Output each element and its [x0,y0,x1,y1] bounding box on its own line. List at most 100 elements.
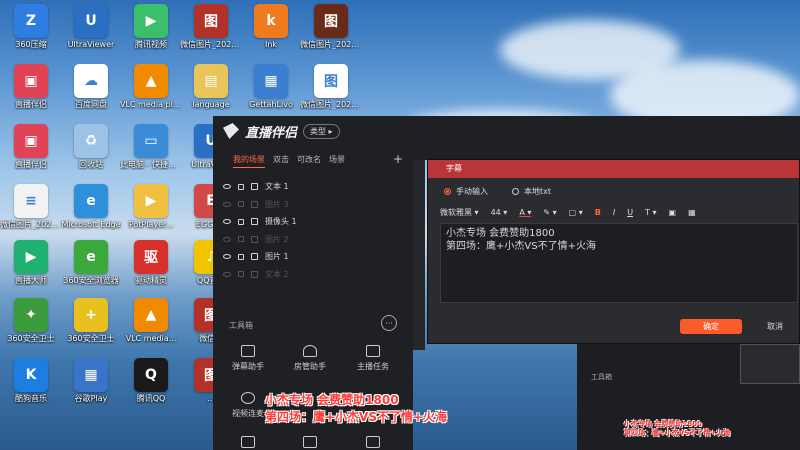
shortcut-label: 微信图片_2021100... [180,40,242,49]
desktop-shortcut[interactable]: ▦ GettahLivo [240,64,302,110]
desktop-shortcut[interactable]: 图微信图片_2021100... [180,4,242,50]
type-button[interactable]: 类型 ▸ [303,123,340,139]
host-task-tool[interactable]: 主播任务 [344,345,402,372]
image-icon[interactable]: ▣ [669,208,677,217]
cancel-button[interactable]: 取消 [751,319,799,334]
lock-icon[interactable] [238,218,244,225]
desktop-shortcut[interactable]: U UltraViewer [60,4,122,50]
desktop-shortcut[interactable]: ▶ PotPlayer... [120,184,182,230]
shortcut-label: 百度网盘 [75,100,107,109]
confirm-button[interactable]: 确定 [680,319,742,334]
app-icon: ▶ [134,4,168,38]
visibility-icon[interactable] [223,271,231,277]
desktop-shortcut[interactable]: ♻ 回收站 [60,124,122,170]
desktop-shortcut[interactable]: ▲ VLC media player [120,64,182,110]
tab-double-click[interactable]: 双击 [273,154,289,168]
italic-icon[interactable]: I [613,208,615,217]
add-scene-button[interactable]: + [393,152,403,166]
room-manager-tool[interactable]: 房管助手 [281,345,339,372]
source-row[interactable]: 图片 2 [213,231,413,249]
desktop-shortcut[interactable]: ▲ VLC media... [120,298,182,344]
visibility-icon[interactable] [223,254,231,260]
app-icon: e [74,240,108,274]
manual-input-radio[interactable]: 手动输入 [444,186,488,197]
desktop-shortcut[interactable]: 驱驱动精灵 [120,240,182,286]
download-tool[interactable] [219,436,277,450]
source-label: 文本 1 [265,182,289,192]
grid-icon[interactable]: ▦ [688,208,696,217]
font-size-select[interactable]: 44 ▾ [491,208,508,217]
desktop-shortcut[interactable]: K 酷狗音乐 [0,358,62,404]
subtitle-dialog: 字幕 手动输入 本地txt 微软雅黑 ▾ 44 ▾ A ▾ ✎ ▾ ▢ ▾ B … [427,159,800,344]
text-style-icon[interactable]: T ▾ [645,208,656,217]
source-label: 图片 2 [265,234,289,244]
lock-icon[interactable] [238,271,244,278]
shortcut-label: 360安全卫士 [7,334,55,343]
highlight-icon[interactable]: ✎ ▾ [543,208,556,217]
shortcut-label: 直播大师 [15,276,47,285]
more-tools-button[interactable]: ··· [381,315,397,331]
input-mode-group: 手动输入 本地txt [428,178,799,205]
desktop-shortcut[interactable]: e 360安全浏览器 [60,240,122,286]
local-txt-radio[interactable]: 本地txt [512,186,551,197]
desktop-shortcut[interactable]: 图微信图片_2022052... [300,4,362,50]
lock-icon[interactable] [238,183,244,190]
app-header-extension [413,116,800,160]
app-icon: e [74,184,108,218]
source-row[interactable]: 图片 1 [213,248,413,266]
source-row[interactable]: 摄像头 1 [213,213,413,231]
desktop-shortcut[interactable]: ▭ 此电脑 - 快捷方式 [120,124,182,170]
source-row[interactable]: 文本 1 [213,178,413,196]
desktop-shortcut[interactable]: ▶ 直播大师 [0,240,62,286]
desktop-shortcut[interactable]: ▶ 腾讯视频 [120,4,182,50]
desktop-shortcut[interactable]: ≡ 微信图片_2022041... [0,184,62,230]
source-row[interactable]: 图片 3 [213,196,413,214]
app-icon: ▶ [134,184,168,218]
visibility-icon[interactable] [223,236,231,242]
lock-icon[interactable] [238,236,244,243]
desktop-shortcut[interactable]: ▤ language [180,64,242,110]
source-row[interactable]: 文本 2 [213,266,413,284]
subtitle-text-editor[interactable]: 小杰专场 会费赞助1800 第四场：鹰+小杰VS不了情+火海 [440,223,798,303]
lock-icon[interactable] [238,253,244,260]
shortcut-label: PotPlayer... [128,220,174,229]
share-tool[interactable] [281,436,339,450]
lock-icon[interactable] [238,201,244,208]
app-icon: Z [14,4,48,38]
font-color-icon[interactable]: A ▾ [519,208,531,217]
tab-rename[interactable]: 可改名 [297,154,321,168]
toolbox-heading: 工具箱 [229,321,253,330]
visibility-icon[interactable] [223,201,231,207]
desktop-shortcut[interactable]: ▦ 谷歌Play [60,358,122,404]
desktop-shortcut[interactable]: ▣ 直播伴侣 [0,64,62,110]
shortcut-label: Ink [264,40,278,49]
chat-icon [241,345,255,357]
desktop-shortcut[interactable]: ☁ 百度网盘 [60,64,122,110]
tab-scene[interactable]: 场景 [329,154,345,168]
desktop-shortcut[interactable]: Z 360压缩 [0,4,62,50]
source-type-icon [251,218,258,226]
app-icon: Q [134,358,168,392]
app-icon: ▶ [14,240,48,274]
desktop-shortcut[interactable]: Q 腾讯QQ [120,358,182,404]
desktop-shortcut[interactable]: ▣ 直播伴侣 [0,124,62,170]
danmu-helper-tool[interactable]: 弹幕助手 [219,345,277,372]
desktop-shortcut[interactable]: ✦ 360安全卫士 [0,298,62,344]
desktop-shortcut[interactable]: +360安全卫士 [60,298,122,344]
source-list: 文本 1 图片 3 摄像头 1 图片 2 图片 1 文本 2 [213,178,413,283]
desktop-shortcut[interactable]: k Ink [240,4,302,50]
underline-icon[interactable]: U [627,208,633,217]
shortcut-label: 360压缩 [15,40,47,49]
app-icon: 驱 [134,240,168,274]
bold-icon[interactable]: B [595,208,601,217]
desktop-shortcut[interactable]: 图微信图片_2022041... [300,64,362,110]
source-label: 图片 3 [265,199,289,209]
font-family-select[interactable]: 微软雅黑 ▾ [440,207,479,218]
vs-tool[interactable] [344,436,402,450]
app-icon: ▦ [254,64,288,98]
tab-my-scenes[interactable]: 我的场景 [233,154,265,168]
visibility-icon[interactable] [223,219,231,225]
visibility-icon[interactable] [223,184,231,190]
background-icon[interactable]: ▢ ▾ [569,208,583,217]
desktop-shortcut[interactable]: e Microsoft Edge [60,184,122,230]
